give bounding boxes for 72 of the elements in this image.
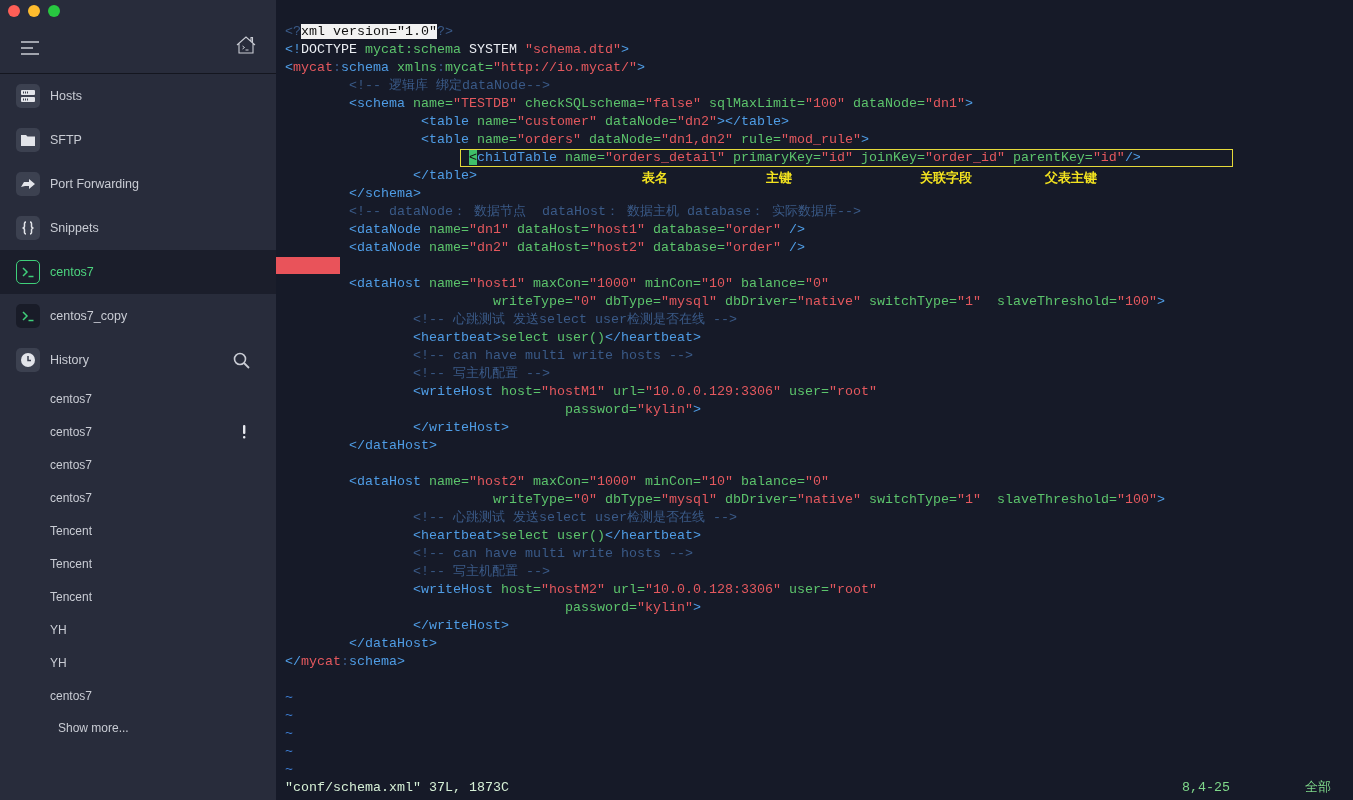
scroll-position: 全部 <box>1305 779 1331 797</box>
search-icon[interactable] <box>233 351 250 369</box>
empty-line-marker: ~ <box>285 726 293 741</box>
history-item[interactable]: centos7 <box>50 688 93 703</box>
status-message: "conf/schema.xml" 37L, 1873C <box>285 779 509 797</box>
code-line: <table name="orders" dataNode="dn1,dn2" rule="mod_rule"> <box>419 132 869 147</box>
code-line: <table name="customer" dataNode="dn2"></table> <box>419 114 789 129</box>
history-item[interactable]: centos7 <box>50 490 93 505</box>
code-line: <heartbeat>select user()</heartbeat> <box>411 330 701 345</box>
empty-line-marker: ~ <box>285 744 293 759</box>
code-line: <!-- 逻辑库 绑定dataNode--> <box>348 78 550 93</box>
show-more-link[interactable]: Show more... <box>0 712 276 745</box>
sidebar-item[interactable]: centos7_copy <box>0 294 276 338</box>
code-line: password="kylin"> <box>563 600 701 615</box>
code-line: <mycat:schema xmlns:mycat="http://io.mycat/"> <box>285 60 645 75</box>
code-line: </writeHost> <box>411 420 509 435</box>
sidebar-item[interactable]: centos7 <box>0 250 276 294</box>
history-item[interactable]: centos7 <box>50 457 93 472</box>
code-line: </dataHost> <box>348 438 437 453</box>
code-line: writeType="0" dbType="mysql" dbDriver="native" switchType="1" slaveThreshold="100"> <box>491 294 1165 309</box>
code-line: </schema> <box>348 186 421 201</box>
zoom-button[interactable] <box>48 5 60 17</box>
empty-line-marker: ~ <box>285 690 293 705</box>
code-line: <schema name="TESTDB" checkSQLschema="false" sqlMaxLimit="100" dataNode="dn1"> <box>348 96 973 111</box>
code-line: <writeHost host="hostM2" url="10.0.0.128:3306" user="root" <box>411 582 877 597</box>
code-line: <!-- 心跳测试 发送select user检测是否在线 --> <box>411 312 737 327</box>
code-line: <!-- 心跳测试 发送select user检测是否在线 --> <box>411 510 737 525</box>
code-line: <?xml version="1.0"?> <box>285 24 453 39</box>
minimize-button[interactable] <box>28 5 40 17</box>
code-line: <!-- 写主机配置 --> <box>411 366 550 381</box>
cursor-position: 8,4-25 <box>1182 779 1230 797</box>
annotation-label: 关联字段 <box>920 169 972 187</box>
history-item[interactable]: Tencent <box>50 556 93 571</box>
code-line: <!-- dataNode： 数据节点 dataHost： 数据主机 database： 实际数据库--> <box>348 204 861 219</box>
code-line: <!DOCTYPE mycat:schema SYSTEM "schema.dtd"> <box>285 42 629 57</box>
code-line: <dataHost name="host1" maxCon="1000" minCon="10" balance="0" <box>348 276 829 291</box>
sidebar-item[interactable]: Hosts <box>0 74 276 118</box>
sidebar-item[interactable]: Port Forwarding <box>0 162 276 206</box>
server-icon <box>19 87 37 105</box>
code-line: </mycat:schema> <box>285 654 405 669</box>
empty-line-marker: ~ <box>285 708 293 723</box>
history-item[interactable]: centos7 <box>50 424 93 439</box>
code-line: <heartbeat>select user()</heartbeat> <box>411 528 701 543</box>
code-line: <!-- can have multi write hosts --> <box>411 546 693 561</box>
code-line: <dataNode name="dn2" dataHost="host2" database="order" /> <box>348 240 805 255</box>
annotation-label: 父表主键 <box>1045 169 1097 187</box>
history-item[interactable]: YH <box>50 622 67 637</box>
code-line: </writeHost> <box>411 618 509 633</box>
close-button[interactable] <box>8 5 20 17</box>
marker-bar <box>276 257 340 274</box>
section-title: History <box>50 353 89 367</box>
history-item[interactable]: YH <box>50 655 67 670</box>
sidebar-item[interactable]: Snippets <box>0 206 276 250</box>
empty-line-marker: ~ <box>285 762 293 777</box>
code-line: <dataHost name="host2" maxCon="1000" minCon="10" balance="0" <box>348 474 829 489</box>
code-line: </table> <box>411 168 477 183</box>
code-line: </dataHost> <box>348 636 437 651</box>
code-line: writeType="0" dbType="mysql" dbDriver="native" switchType="1" slaveThreshold="100"> <box>491 492 1165 507</box>
annotation-label: 主键 <box>766 169 792 187</box>
clock-icon <box>19 351 37 369</box>
history-item[interactable]: Tencent <box>50 589 93 604</box>
code-line: <!-- 写主机配置 --> <box>411 564 550 579</box>
code-line: <writeHost host="hostM1" url="10.0.0.129:3306" user="root" <box>411 384 877 399</box>
code-line: <!-- can have multi write hosts --> <box>411 348 693 363</box>
annotation-label: 表名 <box>642 169 668 187</box>
house-icon[interactable] <box>236 35 256 54</box>
code-line: password="kylin"> <box>563 402 701 417</box>
sidebar-item[interactable]: SFTP <box>0 118 276 162</box>
history-item[interactable]: Tencent <box>50 523 93 538</box>
code-line: <dataNode name="dn1" dataHost="host1" database="order" /> <box>348 222 805 237</box>
history-item[interactable]: centos7 <box>50 391 93 406</box>
menu-icon[interactable] <box>20 40 40 55</box>
